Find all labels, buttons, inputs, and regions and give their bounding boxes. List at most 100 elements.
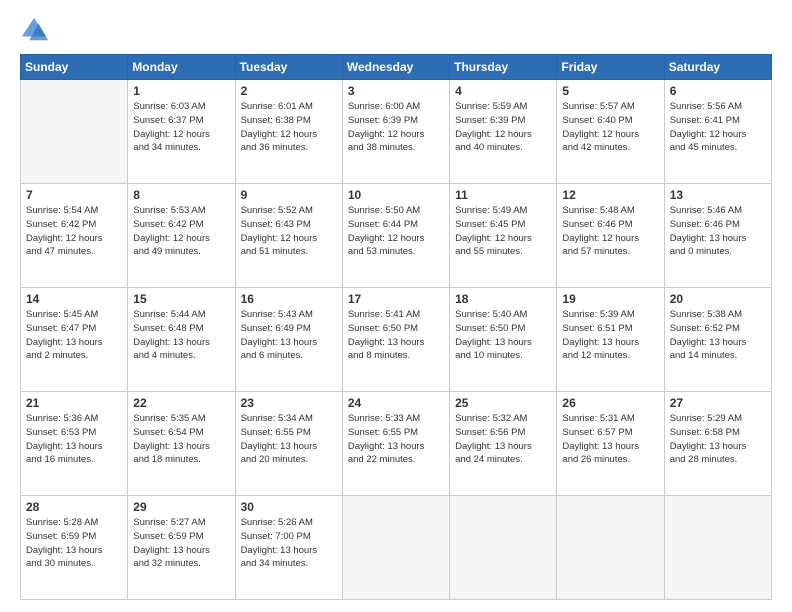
day-number: 3 bbox=[348, 84, 444, 98]
day-number: 6 bbox=[670, 84, 766, 98]
calendar-cell: 25Sunrise: 5:32 AM Sunset: 6:56 PM Dayli… bbox=[450, 392, 557, 496]
calendar-cell: 4 Sunrise: 5:59 AM Sunset: 6:39 PM Daylig… bbox=[450, 80, 557, 184]
day-info: Sunrise: 5:40 AM Sunset: 6:50 PM Dayligh… bbox=[455, 308, 551, 363]
day-info: Sunrise: 5:38 AM Sunset: 6:52 PM Dayligh… bbox=[670, 308, 766, 363]
day-number: 10 bbox=[348, 188, 444, 202]
day-info: Sunrise: 5:45 AM Sunset: 6:47 PM Dayligh… bbox=[26, 308, 122, 363]
col-monday: Monday bbox=[128, 55, 235, 80]
day-number: 23 bbox=[241, 396, 337, 410]
calendar-header-row: Sunday Monday Tuesday Wednesday Thursday… bbox=[21, 55, 772, 80]
day-number: 30 bbox=[241, 500, 337, 514]
calendar-table: Sunday Monday Tuesday Wednesday Thursday… bbox=[20, 54, 772, 600]
header bbox=[20, 16, 772, 44]
day-info: Sunrise: 5:33 AM Sunset: 6:55 PM Dayligh… bbox=[348, 412, 444, 467]
day-number: 16 bbox=[241, 292, 337, 306]
calendar-cell: 3 Sunrise: 6:00 AM Sunset: 6:39 PM Daylig… bbox=[342, 80, 449, 184]
calendar-cell: 17 Sunrise: 5:41 AM Sunset: 6:50 PM Dayli… bbox=[342, 288, 449, 392]
day-number: 21 bbox=[26, 396, 122, 410]
day-info: Sunrise: 5:53 AM Sunset: 6:42 PM Dayligh… bbox=[133, 204, 229, 259]
day-number: 26 bbox=[562, 396, 658, 410]
calendar-cell: 6Sunrise: 5:56 AM Sunset: 6:41 PM Daylig… bbox=[664, 80, 771, 184]
calendar-cell: 12 Sunrise: 5:48 AM Sunset: 6:46 PM Dayli… bbox=[557, 184, 664, 288]
calendar-cell: 16 Sunrise: 5:43 AM Sunset: 6:49 PM Dayli… bbox=[235, 288, 342, 392]
calendar-week-4: 21 Sunrise: 5:36 AM Sunset: 6:53 PM Dayli… bbox=[21, 392, 772, 496]
logo bbox=[20, 16, 52, 44]
day-number: 5 bbox=[562, 84, 658, 98]
day-info: Sunrise: 5:49 AM Sunset: 6:45 PM Dayligh… bbox=[455, 204, 551, 259]
calendar-cell: 13Sunrise: 5:46 AM Sunset: 6:46 PM Dayli… bbox=[664, 184, 771, 288]
day-number: 12 bbox=[562, 188, 658, 202]
calendar-cell: 18 Sunrise: 5:40 AM Sunset: 6:50 PM Dayli… bbox=[450, 288, 557, 392]
calendar-cell: 5 Sunrise: 5:57 AM Sunset: 6:40 PM Daylig… bbox=[557, 80, 664, 184]
calendar-week-3: 14 Sunrise: 5:45 AM Sunset: 6:47 PM Dayli… bbox=[21, 288, 772, 392]
day-info: Sunrise: 5:43 AM Sunset: 6:49 PM Dayligh… bbox=[241, 308, 337, 363]
calendar-cell: 26Sunrise: 5:31 AM Sunset: 6:57 PM Dayli… bbox=[557, 392, 664, 496]
col-saturday: Saturday bbox=[664, 55, 771, 80]
day-info: Sunrise: 5:36 AM Sunset: 6:53 PM Dayligh… bbox=[26, 412, 122, 467]
calendar-cell: 7 Sunrise: 5:54 AM Sunset: 6:42 PM Daylig… bbox=[21, 184, 128, 288]
calendar-cell: 11 Sunrise: 5:49 AM Sunset: 6:45 PM Dayli… bbox=[450, 184, 557, 288]
day-info: Sunrise: 5:44 AM Sunset: 6:48 PM Dayligh… bbox=[133, 308, 229, 363]
day-info: Sunrise: 5:50 AM Sunset: 6:44 PM Dayligh… bbox=[348, 204, 444, 259]
day-number: 2 bbox=[241, 84, 337, 98]
day-info: Sunrise: 5:41 AM Sunset: 6:50 PM Dayligh… bbox=[348, 308, 444, 363]
col-thursday: Thursday bbox=[450, 55, 557, 80]
day-info: Sunrise: 5:29 AM Sunset: 6:58 PM Dayligh… bbox=[670, 412, 766, 467]
day-info: Sunrise: 5:59 AM Sunset: 6:39 PM Dayligh… bbox=[455, 100, 551, 155]
day-info: Sunrise: 5:48 AM Sunset: 6:46 PM Dayligh… bbox=[562, 204, 658, 259]
calendar-cell: 22 Sunrise: 5:35 AM Sunset: 6:54 PM Dayli… bbox=[128, 392, 235, 496]
day-info: Sunrise: 5:35 AM Sunset: 6:54 PM Dayligh… bbox=[133, 412, 229, 467]
day-info: Sunrise: 5:26 AM Sunset: 7:00 PM Dayligh… bbox=[241, 516, 337, 571]
day-number: 1 bbox=[133, 84, 229, 98]
calendar-cell bbox=[342, 496, 449, 600]
day-info: Sunrise: 6:03 AM Sunset: 6:37 PM Dayligh… bbox=[133, 100, 229, 155]
calendar-week-2: 7 Sunrise: 5:54 AM Sunset: 6:42 PM Daylig… bbox=[21, 184, 772, 288]
calendar-cell: 28Sunrise: 5:28 AM Sunset: 6:59 PM Dayli… bbox=[21, 496, 128, 600]
day-number: 11 bbox=[455, 188, 551, 202]
calendar-cell: 2 Sunrise: 6:01 AM Sunset: 6:38 PM Daylig… bbox=[235, 80, 342, 184]
day-info: Sunrise: 5:57 AM Sunset: 6:40 PM Dayligh… bbox=[562, 100, 658, 155]
calendar-cell bbox=[450, 496, 557, 600]
day-number: 9 bbox=[241, 188, 337, 202]
calendar-cell: 20 Sunrise: 5:38 AM Sunset: 6:52 PM Dayli… bbox=[664, 288, 771, 392]
day-number: 22 bbox=[133, 396, 229, 410]
day-number: 29 bbox=[133, 500, 229, 514]
calendar-cell: 21 Sunrise: 5:36 AM Sunset: 6:53 PM Dayli… bbox=[21, 392, 128, 496]
day-number: 4 bbox=[455, 84, 551, 98]
col-tuesday: Tuesday bbox=[235, 55, 342, 80]
day-info: Sunrise: 5:34 AM Sunset: 6:55 PM Dayligh… bbox=[241, 412, 337, 467]
day-info: Sunrise: 5:39 AM Sunset: 6:51 PM Dayligh… bbox=[562, 308, 658, 363]
calendar-cell bbox=[21, 80, 128, 184]
day-number: 13 bbox=[670, 188, 766, 202]
calendar-week-5: 28Sunrise: 5:28 AM Sunset: 6:59 PM Dayli… bbox=[21, 496, 772, 600]
day-info: Sunrise: 6:01 AM Sunset: 6:38 PM Dayligh… bbox=[241, 100, 337, 155]
calendar-cell: 14 Sunrise: 5:45 AM Sunset: 6:47 PM Dayli… bbox=[21, 288, 128, 392]
day-number: 7 bbox=[26, 188, 122, 202]
day-number: 15 bbox=[133, 292, 229, 306]
day-info: Sunrise: 5:32 AM Sunset: 6:56 PM Dayligh… bbox=[455, 412, 551, 467]
col-sunday: Sunday bbox=[21, 55, 128, 80]
page: Sunday Monday Tuesday Wednesday Thursday… bbox=[0, 0, 792, 612]
calendar-cell: 23 Sunrise: 5:34 AM Sunset: 6:55 PM Dayli… bbox=[235, 392, 342, 496]
day-number: 14 bbox=[26, 292, 122, 306]
day-number: 24 bbox=[348, 396, 444, 410]
day-number: 17 bbox=[348, 292, 444, 306]
day-number: 20 bbox=[670, 292, 766, 306]
calendar-cell: 19Sunrise: 5:39 AM Sunset: 6:51 PM Dayli… bbox=[557, 288, 664, 392]
calendar-cell: 1 Sunrise: 6:03 AM Sunset: 6:37 PM Daylig… bbox=[128, 80, 235, 184]
day-info: Sunrise: 6:00 AM Sunset: 6:39 PM Dayligh… bbox=[348, 100, 444, 155]
day-info: Sunrise: 5:52 AM Sunset: 6:43 PM Dayligh… bbox=[241, 204, 337, 259]
calendar-cell: 27 Sunrise: 5:29 AM Sunset: 6:58 PM Dayli… bbox=[664, 392, 771, 496]
calendar-cell bbox=[664, 496, 771, 600]
day-number: 18 bbox=[455, 292, 551, 306]
day-info: Sunrise: 5:54 AM Sunset: 6:42 PM Dayligh… bbox=[26, 204, 122, 259]
day-number: 28 bbox=[26, 500, 122, 514]
calendar-cell: 8 Sunrise: 5:53 AM Sunset: 6:42 PM Daylig… bbox=[128, 184, 235, 288]
logo-icon bbox=[20, 16, 48, 44]
col-wednesday: Wednesday bbox=[342, 55, 449, 80]
col-friday: Friday bbox=[557, 55, 664, 80]
calendar-cell: 15 Sunrise: 5:44 AM Sunset: 6:48 PM Dayli… bbox=[128, 288, 235, 392]
day-number: 27 bbox=[670, 396, 766, 410]
calendar-cell: 10 Sunrise: 5:50 AM Sunset: 6:44 PM Dayli… bbox=[342, 184, 449, 288]
day-number: 8 bbox=[133, 188, 229, 202]
